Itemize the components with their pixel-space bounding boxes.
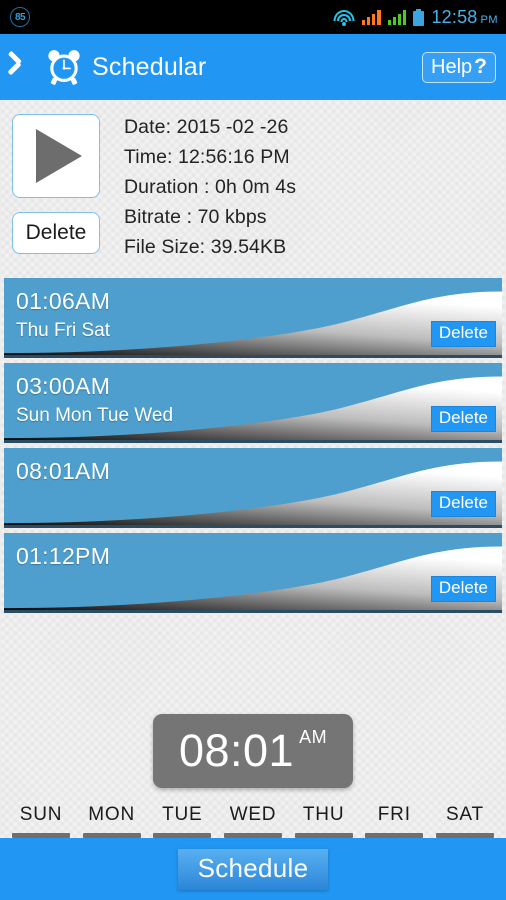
- status-bar-ampm: PM: [480, 13, 498, 26]
- status-bar-icons: 12:58 PM: [333, 7, 498, 28]
- schedule-row[interactable]: 03:00AM Sun Mon Tue Wed Delete: [4, 363, 502, 443]
- schedule-list: 01:06AM Thu Fri Sat Delete 03:00AM Sun M…: [0, 278, 506, 613]
- detail-filesize: File Size: 39.54KB: [124, 236, 287, 258]
- day-label: TUE: [162, 804, 203, 825]
- chevron-left-icon[interactable]: [12, 50, 38, 84]
- signal-orange-icon: [361, 9, 381, 25]
- day-toggle-fri[interactable]: FRI: [363, 804, 425, 838]
- schedule-days: Sun Mon Tue Wed: [16, 405, 174, 426]
- day-label: MON: [88, 804, 136, 825]
- question-mark-icon: ?: [474, 54, 487, 78]
- delete-recording-label: Delete: [25, 221, 87, 244]
- time-picker-ampm: AM: [299, 727, 328, 747]
- day-label: THU: [302, 804, 345, 825]
- day-toggle-sat[interactable]: SAT: [434, 804, 496, 838]
- time-picker-button[interactable]: 08:01 AM: [153, 714, 353, 788]
- schedule-time: 08:01AM: [16, 458, 111, 484]
- schedule-delete-button[interactable]: Delete: [430, 491, 496, 517]
- schedule-delete-button[interactable]: Delete: [430, 406, 496, 432]
- notification-count-badge: 85: [10, 7, 30, 27]
- status-bar-clock: 12:58 PM: [431, 7, 498, 28]
- schedule-delete-button[interactable]: Delete: [430, 321, 496, 347]
- day-toggle-tue[interactable]: TUE: [151, 804, 213, 838]
- alarm-clock-icon: [48, 50, 80, 85]
- play-icon: [36, 129, 82, 183]
- day-selector: SUN MON TUE WED THU FRI SAT: [0, 788, 506, 838]
- recording-actions: Delete: [12, 114, 100, 278]
- status-bar: 85 12:58 PM: [0, 0, 506, 34]
- recording-info-panel: Delete Date: 2015 -02 -26 Time: 12:56:16…: [0, 100, 506, 278]
- day-toggle-mon[interactable]: MON: [81, 804, 143, 838]
- day-label: SAT: [445, 804, 484, 825]
- help-button[interactable]: Help ?: [422, 51, 496, 83]
- detail-time: Time: 12:56:16 PM: [124, 146, 290, 168]
- day-label: WED: [229, 804, 277, 825]
- day-toggle-sun[interactable]: SUN: [10, 804, 72, 838]
- detail-bitrate: Bitrate : 70 kbps: [124, 206, 267, 228]
- schedule-time: 01:12PM: [16, 543, 111, 569]
- day-label: SUN: [19, 804, 63, 825]
- schedule-time: 03:00AM: [16, 373, 111, 399]
- schedule-delete-button[interactable]: Delete: [430, 576, 496, 602]
- schedule-button[interactable]: Schedule: [177, 848, 329, 890]
- day-toggle-wed[interactable]: WED: [222, 804, 284, 838]
- schedule-row[interactable]: 01:12PM Delete: [4, 533, 502, 613]
- recording-details: Date: 2015 -02 -26 Time: 12:56:16 PM Dur…: [124, 114, 296, 278]
- day-toggle-thu[interactable]: THU: [293, 804, 355, 838]
- day-label: FRI: [377, 804, 411, 825]
- schedule-time: 01:06AM: [16, 288, 111, 314]
- play-button[interactable]: [12, 114, 100, 198]
- page-title: Schedular: [92, 52, 207, 81]
- schedule-row[interactable]: 01:06AM Thu Fri Sat Delete: [4, 278, 502, 358]
- app-root: 85 12:58 PM Schedular Help ? Delete Date…: [0, 0, 506, 900]
- schedule-row[interactable]: 08:01AM Delete: [4, 448, 502, 528]
- app-header: Schedular Help ?: [0, 34, 506, 100]
- status-bar-time: 12:58: [431, 6, 478, 27]
- battery-icon: [413, 8, 425, 26]
- time-picker-area: 08:01 AM: [0, 613, 506, 788]
- time-picker-value: 08:01: [178, 725, 295, 776]
- signal-green-icon: [387, 9, 407, 25]
- detail-date: Date: 2015 -02 -26: [124, 116, 289, 138]
- detail-duration: Duration : 0h 0m 4s: [124, 176, 297, 198]
- schedule-days: Thu Fri Sat: [16, 320, 110, 341]
- footer-bar: Schedule: [0, 838, 506, 900]
- help-button-label: Help: [431, 55, 473, 78]
- wifi-icon: [333, 9, 355, 26]
- delete-recording-button[interactable]: Delete: [12, 212, 100, 254]
